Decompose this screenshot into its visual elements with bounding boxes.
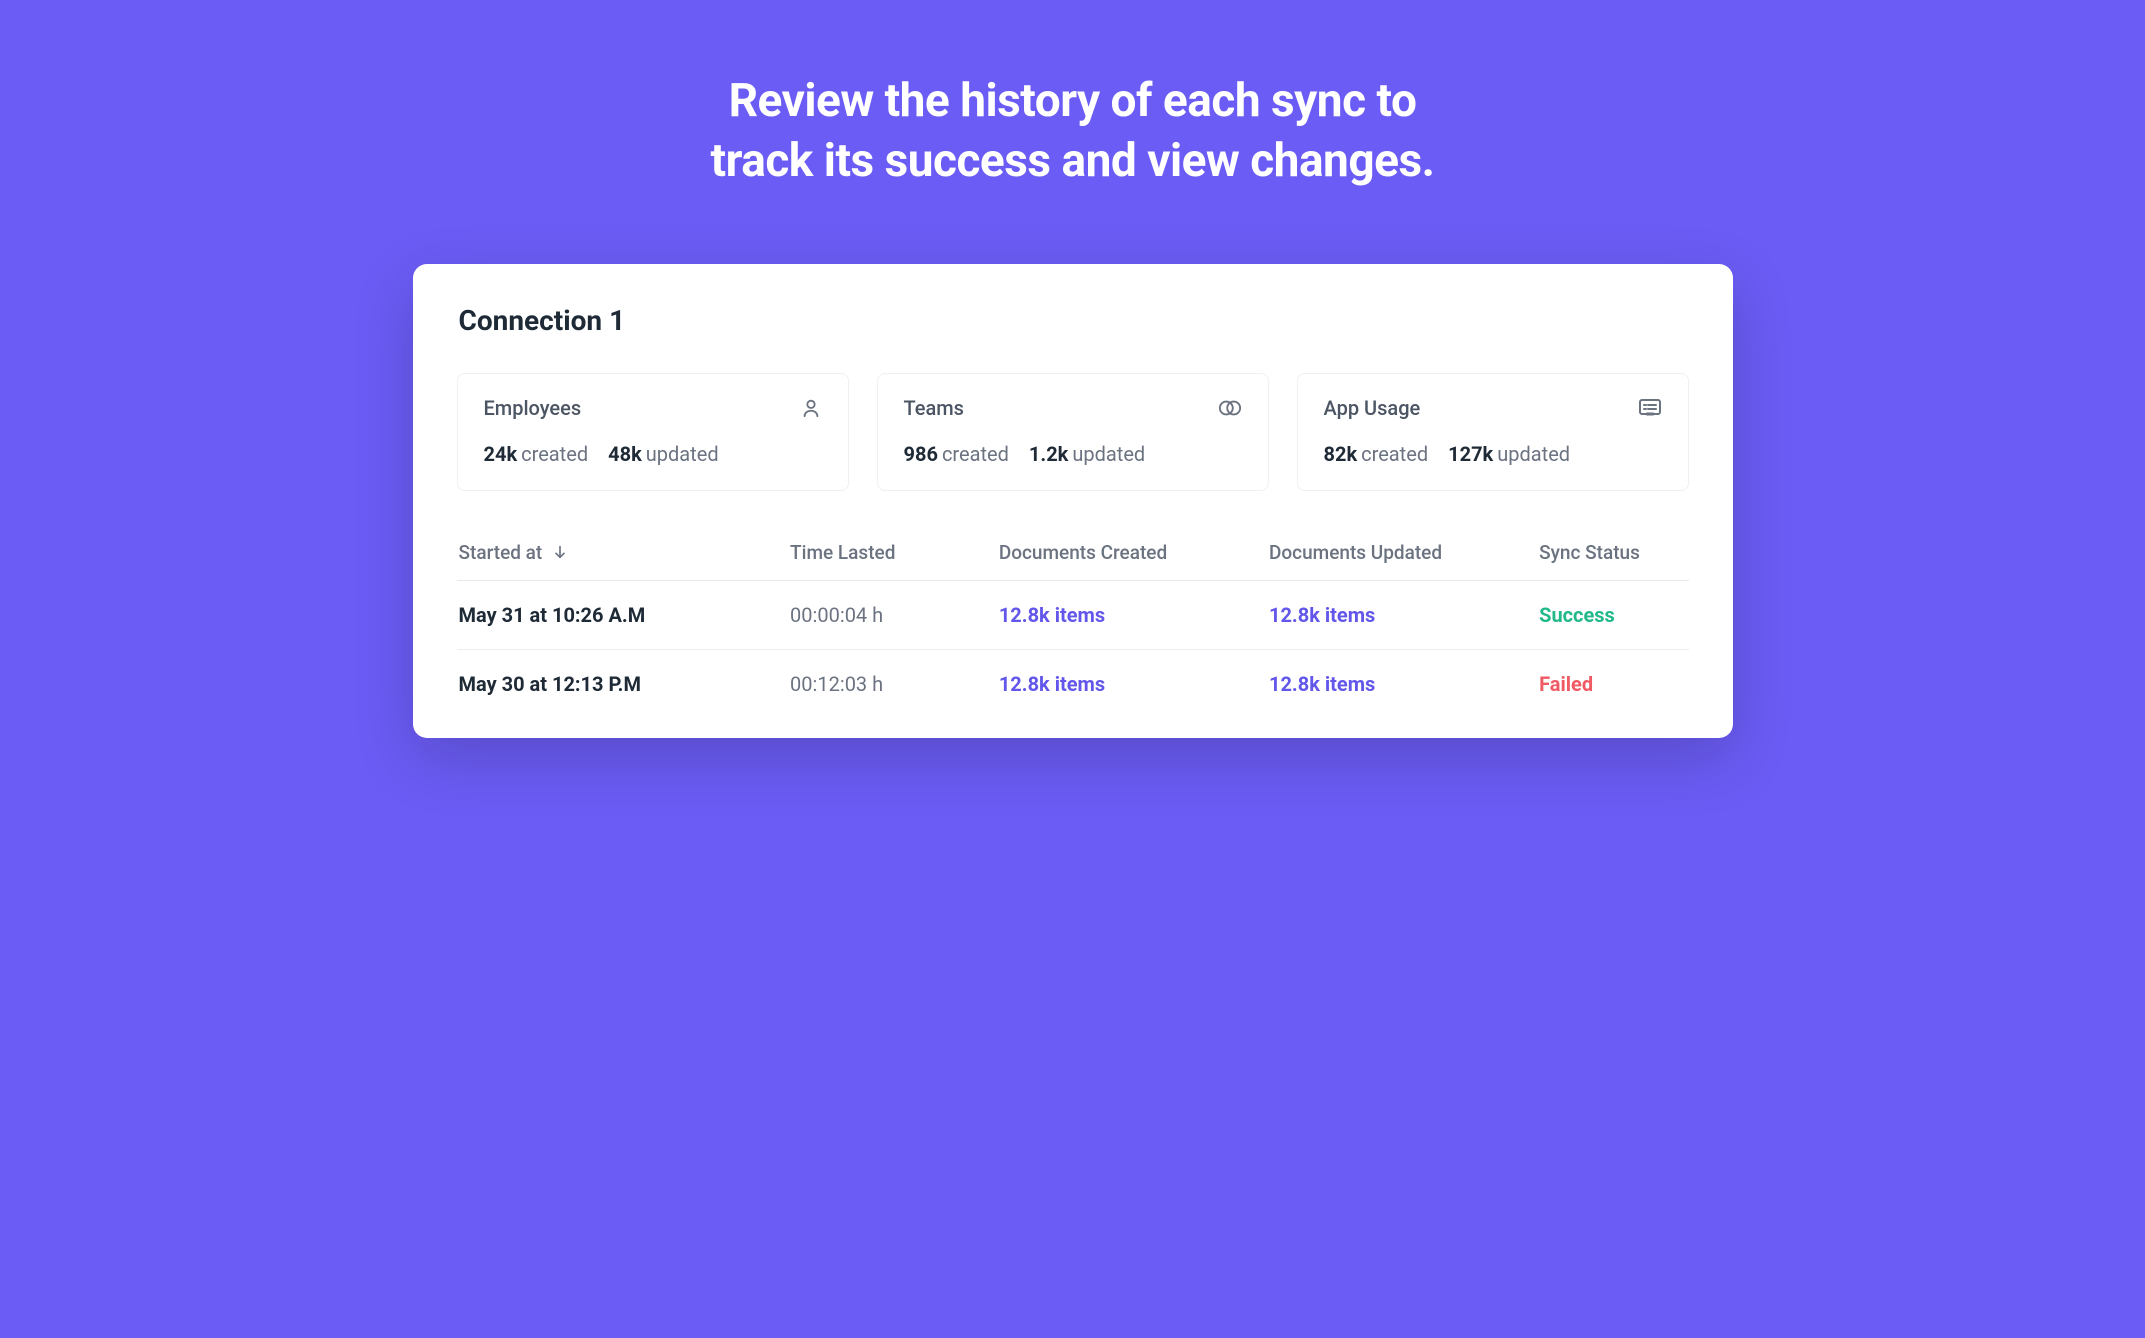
col-label: Started at: [459, 541, 543, 564]
cell-started-at: May 31 at 10:26 A.M: [459, 603, 791, 627]
stat-label: App Usage: [1324, 396, 1421, 420]
stat-card-app-usage: App Usage 82kcreated: [1297, 373, 1689, 491]
stat-created-suffix: created: [942, 442, 1009, 466]
cell-time-lasted: 00:12:03 h: [790, 672, 999, 696]
col-label: Documents Updated: [1269, 541, 1442, 564]
stat-created-value: 82k: [1324, 442, 1358, 466]
cell-docs-updated: 12.8k items: [1269, 603, 1539, 627]
list-box-icon: [1638, 397, 1662, 419]
connection-card: Connection 1 Employees 24kcreated: [413, 264, 1733, 738]
person-icon: [800, 397, 822, 419]
table-row[interactable]: May 30 at 12:13 P.M 00:12:03 h 12.8k ite…: [457, 650, 1689, 718]
stat-label: Teams: [904, 396, 964, 420]
stat-created-suffix: created: [1361, 442, 1428, 466]
col-started-at[interactable]: Started at: [459, 541, 791, 564]
connection-title: Connection 1: [457, 304, 1689, 337]
stat-card-employees: Employees 24kcreated 48kupdated: [457, 373, 849, 491]
col-docs-created[interactable]: Documents Created: [999, 541, 1269, 564]
stat-created-value: 24k: [484, 442, 518, 466]
col-docs-updated[interactable]: Documents Updated: [1269, 541, 1539, 564]
stat-created: 82kcreated: [1324, 442, 1429, 466]
stat-card-teams: Teams 986created 1.2kupdated: [877, 373, 1269, 491]
col-sync-status[interactable]: Sync Status: [1539, 541, 1686, 564]
table-row[interactable]: May 31 at 10:26 A.M 00:00:04 h 12.8k ite…: [457, 581, 1689, 650]
stat-updated-suffix: updated: [1072, 442, 1145, 466]
stat-label: Employees: [484, 396, 582, 420]
col-time-lasted[interactable]: Time Lasted: [790, 541, 999, 564]
cell-docs-created: 12.8k items: [999, 672, 1269, 696]
headline-line-1: Review the history of each sync to: [729, 74, 1417, 128]
cell-sync-status: Failed: [1539, 672, 1686, 696]
headline-line-2: track its success and view changes.: [711, 134, 1435, 188]
stat-updated-suffix: updated: [646, 442, 719, 466]
stat-updated: 127kupdated: [1448, 442, 1570, 466]
cell-time-lasted: 00:00:04 h: [790, 603, 999, 627]
stat-updated: 48kupdated: [608, 442, 718, 466]
overlapping-circles-icon: [1218, 397, 1242, 419]
col-label: Documents Created: [999, 541, 1167, 564]
table-header-row: Started at Time Lasted Documents Created: [457, 531, 1689, 581]
stat-updated-value: 48k: [608, 442, 642, 466]
col-label: Sync Status: [1539, 541, 1640, 564]
cell-docs-created: 12.8k items: [999, 603, 1269, 627]
cell-started-at: May 30 at 12:13 P.M: [459, 672, 791, 696]
cell-docs-updated: 12.8k items: [1269, 672, 1539, 696]
stat-created: 986created: [904, 442, 1009, 466]
sort-descending-icon: [552, 544, 568, 560]
stat-created-suffix: created: [521, 442, 588, 466]
stat-created-value: 986: [904, 442, 938, 466]
sync-history-table: Started at Time Lasted Documents Created: [457, 531, 1689, 718]
stats-row: Employees 24kcreated 48kupdated: [457, 373, 1689, 491]
col-label: Time Lasted: [790, 541, 895, 564]
stat-created: 24kcreated: [484, 442, 589, 466]
cell-sync-status: Success: [1539, 603, 1686, 627]
stat-updated-suffix: updated: [1497, 442, 1570, 466]
stat-updated-value: 1.2k: [1029, 442, 1068, 466]
stat-updated: 1.2kupdated: [1029, 442, 1145, 466]
stat-updated-value: 127k: [1448, 442, 1493, 466]
page-headline: Review the history of each sync to track…: [356, 72, 1790, 192]
